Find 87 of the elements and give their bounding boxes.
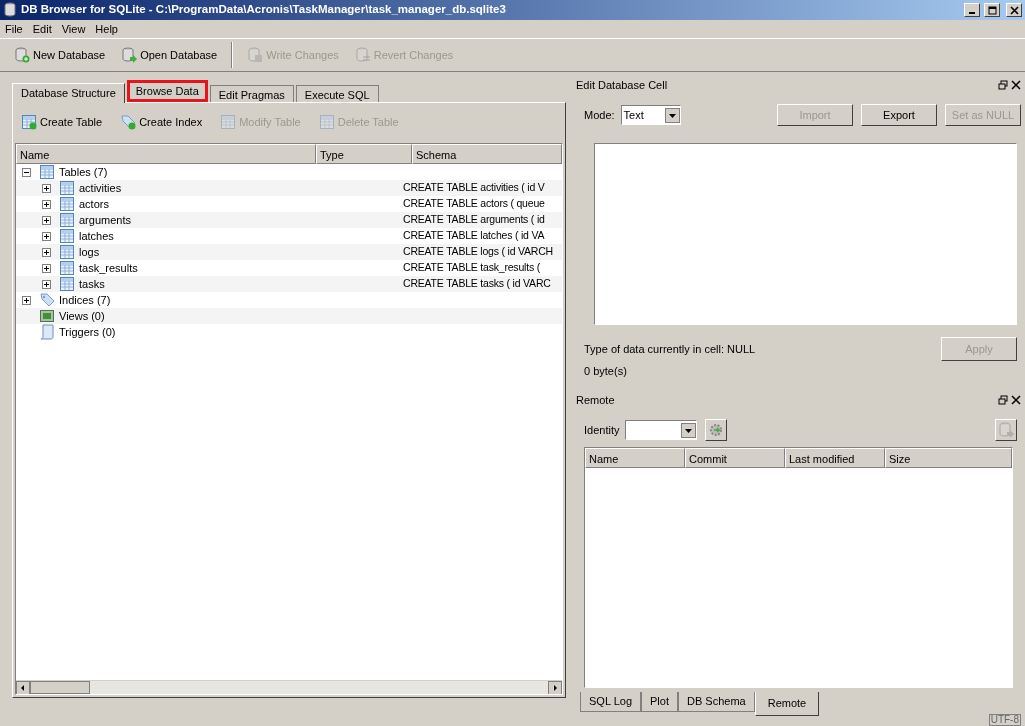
tab[interactable]: Edit Pragmas [209,85,294,102]
schema-cell: CREATE TABLE latches ( id VA [403,228,545,244]
mode-dropdown[interactable]: Text [620,105,681,125]
expand-icon[interactable] [42,247,51,257]
maximize-icon [987,5,997,15]
tag-icon [39,292,55,308]
menu-item[interactable]: View [56,20,91,38]
expand-icon[interactable] [42,199,51,209]
database-disk-icon [247,47,264,63]
cell-button[interactable]: Export [861,103,937,127]
expand-icon[interactable] [42,279,51,289]
collapse-icon[interactable] [22,167,31,177]
database-add-icon [14,47,30,63]
table-add-icon [21,114,37,130]
tab[interactable]: Remote [754,692,820,716]
dock-title: Edit Database Cell [576,77,668,93]
picture-icon [39,308,55,324]
tab[interactable]: Execute SQL [295,85,379,102]
cell-editor[interactable] [594,143,1017,325]
float-icon [998,395,1009,405]
identity-dropdown[interactable] [625,420,698,440]
identity-label: Identity [584,422,620,438]
close-icon [1011,395,1021,405]
tree-item-name[interactable]: arguments [79,211,305,229]
menu-item[interactable]: Help [90,20,123,38]
column-header[interactable]: Size [885,448,1012,468]
tree-item-name[interactable]: task_results [79,259,305,277]
schema-cell: CREATE TABLE logs ( id VARCH [403,244,553,260]
expand-icon[interactable] [42,263,51,273]
menu-item[interactable]: File [0,20,28,38]
gear-button[interactable] [705,419,728,441]
tree-item-name[interactable]: Indices (7) [59,291,305,309]
schema-cell: CREATE TABLE arguments ( id [403,212,545,228]
menu-item[interactable]: Edit [27,20,57,38]
database-arrow-icon [998,422,1014,438]
minimize-icon [969,12,975,14]
tree-item-name[interactable]: Tables (7) [59,163,305,181]
tree-item-name[interactable]: actors [79,195,305,213]
window-title: DB Browser for SQLite - C:\ProgramData\Acronis\TaskManager\task_manager_db.sqlite3 [21,2,507,18]
encoding-label: UTF-8 [988,714,1021,726]
size-info: 0 byte(s) [584,363,628,379]
close-icon [1011,80,1021,90]
column-header[interactable]: Name [16,144,316,164]
gear-icon [708,422,725,438]
tab[interactable]: Plot [641,692,678,712]
expand-icon[interactable] [42,215,51,225]
close-icon [1009,5,1019,15]
tab[interactable]: SQL Log [580,692,641,712]
close-button[interactable] [1006,3,1022,17]
database-arrow-icon [121,47,138,63]
toolbar-button[interactable]: New Database [8,44,112,66]
tree-item-name[interactable]: activities [79,179,305,197]
expand-icon[interactable] [42,183,51,193]
minimize-button[interactable] [964,3,980,17]
database-icon [3,2,17,18]
table-edit-icon [220,114,237,130]
database-arrows-icon [354,47,371,63]
scroll-icon [39,324,55,340]
mode-label: Mode: [584,107,615,123]
tag-add-icon [120,114,137,130]
maximize-button[interactable] [984,3,1000,17]
dock-title: Remote [576,392,615,408]
toolbar-button[interactable]: Create Table [15,111,109,133]
column-header[interactable]: Schema [412,144,562,164]
toolbar-button[interactable]: Create Index [114,111,209,133]
push-button[interactable] [995,419,1017,441]
schema-cell: CREATE TABLE tasks ( id VARC [403,276,551,292]
tab[interactable]: DB Schema [678,692,755,712]
column-header[interactable]: Last modified [785,448,885,468]
column-header[interactable]: Type [316,144,412,164]
tree-item-name[interactable]: logs [79,243,305,261]
column-header[interactable]: Commit [685,448,785,468]
tab[interactable]: Browse Data [126,80,208,102]
tree-item-name[interactable]: latches [79,227,305,245]
expand-icon[interactable] [22,295,31,305]
tab[interactable]: Database Structure [12,83,125,103]
table-remove-icon [318,114,335,130]
float-icon [998,80,1009,90]
tree-item-name[interactable]: Triggers (0) [59,323,305,341]
schema-cell: CREATE TABLE actors ( queue [403,196,545,212]
toolbar-button[interactable]: Open Database [115,44,224,66]
schema-cell: CREATE TABLE activities ( id V [403,180,545,196]
type-info: Type of data currently in cell: NULL [584,342,756,357]
tree-item-name[interactable]: tasks [79,275,305,293]
schema-cell: CREATE TABLE task_results ( [403,260,540,276]
column-header[interactable]: Name [585,448,685,468]
expand-icon[interactable] [42,231,51,241]
